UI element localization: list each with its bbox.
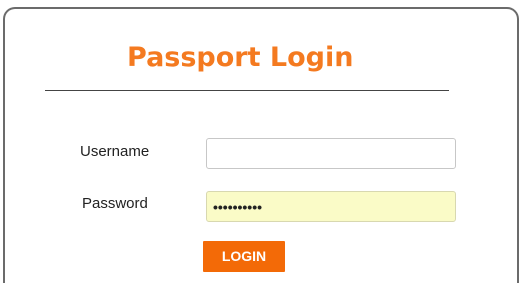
title-divider — [45, 90, 449, 91]
password-input[interactable] — [206, 191, 456, 222]
password-label: Password — [82, 195, 148, 212]
username-input[interactable] — [206, 138, 456, 169]
login-button[interactable]: LOGIN — [203, 241, 285, 272]
username-label: Username — [80, 143, 150, 160]
login-panel: Passport Login Username Password LOGIN — [3, 7, 519, 283]
page-title: Passport Login — [127, 42, 354, 73]
